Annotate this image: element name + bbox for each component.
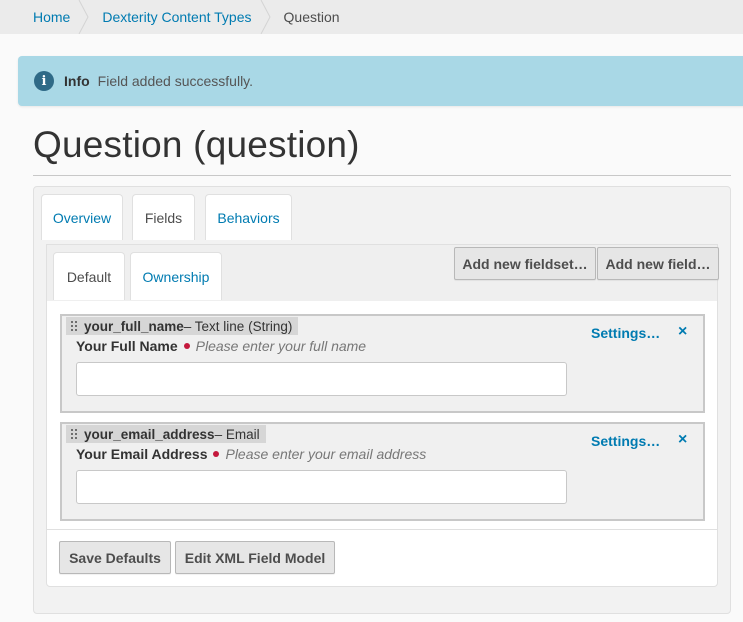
field-name: your_email_address xyxy=(84,426,215,442)
breadcrumb-item-home[interactable]: Home xyxy=(0,0,89,34)
required-indicator-icon xyxy=(213,451,220,457)
field-settings-link[interactable]: Settings… xyxy=(591,433,660,449)
field-label-row: Your Full Name Please enter your full na… xyxy=(76,338,366,354)
edit-xml-field-model-button[interactable]: Edit XML Field Model xyxy=(175,541,335,574)
field-type: – Text line (String) xyxy=(183,318,293,334)
alert-message: Field added successfully. xyxy=(97,73,254,89)
info-alert: i Info Field added successfully. xyxy=(18,56,743,106)
fieldset-tab-default[interactable]: Default xyxy=(53,252,125,300)
footer-divider xyxy=(47,529,717,530)
add-field-button[interactable]: Add new field… xyxy=(597,247,719,280)
breadcrumb: Home Dexterity Content Types Question xyxy=(0,0,743,34)
field-row[interactable]: your_full_name – Text line (String) Your… xyxy=(60,314,705,413)
field-header[interactable]: your_full_name – Text line (String) xyxy=(66,317,299,335)
field-label: Your Full Name xyxy=(76,338,178,354)
field-help-text: Please enter your full name xyxy=(195,338,367,354)
drag-handle-icon[interactable] xyxy=(70,428,78,440)
tab-overview[interactable]: Overview xyxy=(41,194,123,240)
add-fieldset-button[interactable]: Add new fieldset… xyxy=(454,247,596,280)
drag-handle-icon[interactable] xyxy=(70,320,78,332)
save-defaults-button[interactable]: Save Defaults xyxy=(59,541,171,574)
field-row[interactable]: your_email_address – Email Your Email Ad… xyxy=(60,422,705,521)
field-help-text: Please enter your email address xyxy=(225,446,427,462)
breadcrumb-link-dexterity[interactable]: Dexterity Content Types xyxy=(102,9,251,25)
tab-fields[interactable]: Fields xyxy=(132,194,195,240)
field-type: – Email xyxy=(214,426,260,442)
title-divider xyxy=(33,175,731,176)
breadcrumb-item-current: Question xyxy=(283,9,340,25)
full-name-input[interactable] xyxy=(76,362,567,396)
info-icon: i xyxy=(34,71,54,91)
alert-label: Info xyxy=(64,73,90,89)
field-label-row: Your Email Address Please enter your ema… xyxy=(76,446,426,462)
content-type-panel: Overview Fields Behaviors Default Owners… xyxy=(33,186,731,614)
page-title: Question (question) xyxy=(33,124,360,165)
field-name: your_full_name xyxy=(84,318,184,334)
email-address-input[interactable] xyxy=(76,470,567,504)
required-indicator-icon xyxy=(183,343,190,349)
breadcrumb-item-dexterity[interactable]: Dexterity Content Types xyxy=(84,0,271,34)
tab-behaviors[interactable]: Behaviors xyxy=(205,194,292,240)
fields-panel: Default Ownership Add new fieldset… Add … xyxy=(46,244,719,587)
remove-field-icon[interactable]: × xyxy=(678,431,687,449)
remove-field-icon[interactable]: × xyxy=(678,323,687,341)
breadcrumb-link-home[interactable]: Home xyxy=(33,9,70,25)
field-label: Your Email Address xyxy=(76,446,208,462)
fieldset-tab-ownership[interactable]: Ownership xyxy=(130,252,222,300)
field-header[interactable]: your_email_address – Email xyxy=(66,425,266,443)
field-settings-link[interactable]: Settings… xyxy=(591,325,660,341)
